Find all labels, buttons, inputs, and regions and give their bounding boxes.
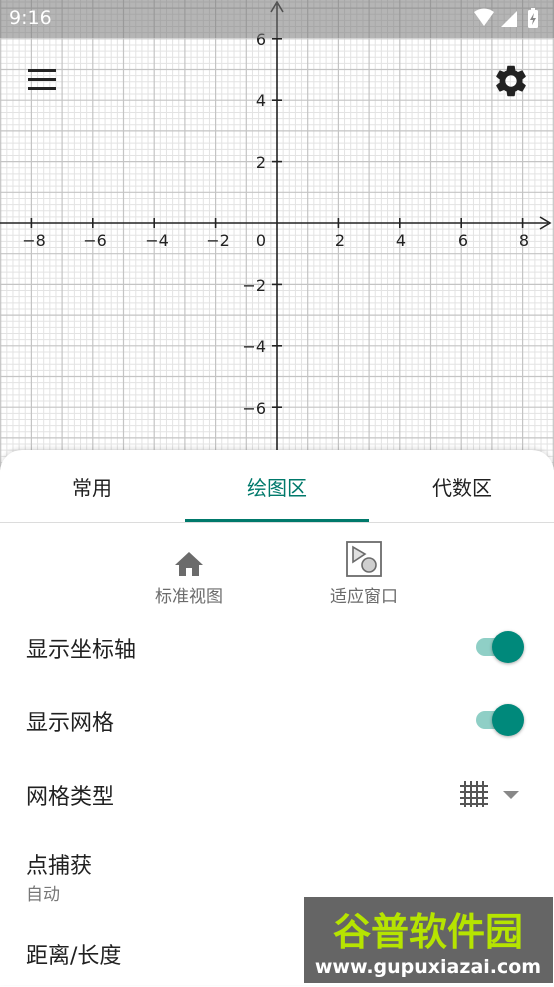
watermark-title: 谷普软件园	[333, 910, 523, 954]
battery-icon	[528, 8, 538, 28]
home-icon	[175, 552, 203, 576]
x-tick-label: 8	[519, 231, 529, 250]
grid-type-row[interactable]: 网格类型	[0, 759, 554, 829]
tab-graphics[interactable]: 绘图区	[185, 450, 369, 522]
tab-general[interactable]: 常用	[0, 450, 184, 522]
tab-label: 绘图区	[247, 475, 307, 500]
point-capturing-label: 点捕获	[26, 854, 93, 879]
distance-label: 距离/长度	[26, 944, 122, 969]
x-tick-label: 6	[458, 231, 468, 250]
x-tick-label: −4	[145, 231, 169, 250]
status-bar: 9:16	[0, 0, 554, 38]
tab-algebra[interactable]: 代数区	[370, 450, 554, 522]
x-tick-label: −2	[206, 231, 230, 250]
show-axes-switch[interactable]	[474, 630, 526, 664]
active-tab-indicator	[185, 519, 369, 522]
fit-window-icon	[346, 541, 382, 577]
fit-window-label: 适应窗口	[330, 587, 398, 607]
status-icons	[472, 7, 546, 35]
y-tick-label: −4	[242, 337, 266, 356]
tab-label: 常用	[72, 475, 112, 500]
point-capturing-value: 自动	[26, 885, 60, 905]
wifi-icon	[474, 8, 494, 26]
watermark: 谷普软件园 www.gupuxiazai.com	[304, 897, 553, 983]
tab-label: 代数区	[432, 475, 492, 500]
show-grid-label: 显示网格	[26, 711, 115, 736]
show-axes-label: 显示坐标轴	[26, 638, 137, 663]
y-tick-label: −2	[242, 276, 266, 295]
graphics-view[interactable]: −8 −6 −4 −2 2 4 6 8 6 4 2 −2 −4 −6 0	[0, 0, 554, 470]
y-tick-label: 2	[256, 153, 266, 172]
origin-label: 0	[256, 231, 266, 250]
tab-bar: 常用 绘图区 代数区	[0, 450, 554, 523]
show-grid-row[interactable]: 显示网格	[0, 685, 554, 755]
grid-icon	[460, 781, 488, 807]
show-grid-switch[interactable]	[474, 703, 526, 737]
x-tick-label: 4	[396, 231, 406, 250]
watermark-url: www.gupuxiazai.com	[315, 956, 541, 978]
standard-view-button[interactable]: 标准视图	[119, 540, 259, 608]
y-tick-label: −6	[242, 399, 266, 418]
gear-icon	[496, 65, 526, 97]
x-tick-label: 2	[335, 231, 345, 250]
standard-view-label: 标准视图	[155, 587, 223, 607]
show-axes-row[interactable]: 显示坐标轴	[0, 612, 554, 682]
menu-button[interactable]	[26, 66, 60, 94]
y-tick-label: 4	[256, 91, 266, 110]
x-tick-label: −6	[83, 231, 107, 250]
settings-button[interactable]	[492, 62, 530, 100]
menu-icon	[28, 69, 56, 90]
chevron-down-icon	[503, 791, 519, 799]
fit-window-button[interactable]: 适应窗口	[294, 540, 434, 608]
grid-type-label: 网格类型	[26, 785, 115, 810]
status-time: 9:16	[9, 7, 52, 29]
signal-icon	[501, 11, 517, 27]
x-tick-label: −8	[22, 231, 46, 250]
